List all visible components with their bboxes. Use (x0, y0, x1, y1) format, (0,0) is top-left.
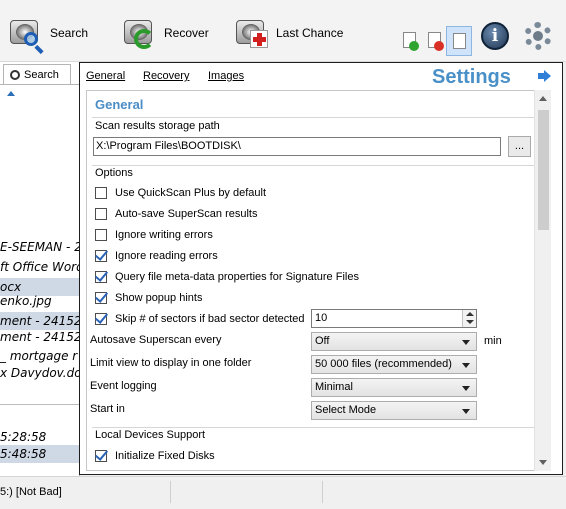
list-item[interactable]: _ mortgage r (0, 347, 80, 365)
option-label: Ignore writing errors (115, 229, 213, 241)
nav-recovery-link[interactable]: Recovery (143, 70, 189, 82)
document-ok-icon[interactable] (401, 32, 419, 52)
settings-content: General Scan results storage path X:\Pro… (86, 90, 540, 471)
tab-search-label: Search (24, 68, 59, 81)
list-item[interactable]: ment - 2415240 (0, 328, 80, 346)
option-label: Auto-save SuperScan results (115, 208, 258, 220)
scroll-down-icon[interactable] (539, 460, 547, 465)
arrow-right-icon[interactable] (538, 70, 551, 82)
section-title-general: General (95, 97, 144, 112)
autosave-unit: min (484, 335, 502, 347)
option-label: Show popup hints (115, 292, 203, 304)
last-chance-button-label: Last Chance (276, 26, 344, 40)
scroll-thumb[interactable] (538, 110, 549, 230)
nav-general-link[interactable]: General (86, 70, 125, 82)
limit-view-select[interactable]: 50 000 files (recommended) (311, 355, 477, 374)
document-settings-icon[interactable] (446, 26, 472, 56)
list-item[interactable]: x Davydov.doc (0, 364, 80, 382)
list-item-time[interactable]: 5:48:58 (0, 445, 80, 463)
search-disk-icon (8, 16, 42, 50)
start-in-select[interactable]: Select Mode (311, 401, 477, 420)
storage-path-input[interactable]: X:\Program Files\BOOTDISK\ (93, 137, 501, 156)
start-in-label: Start in (90, 403, 125, 415)
last-chance-button[interactable]: Last Chance (234, 14, 343, 52)
initialize-fixed-disks-checkbox[interactable] (95, 450, 107, 462)
scroll-up-icon[interactable] (539, 96, 547, 101)
option-autosave-superscan[interactable]: Auto-save SuperScan results (95, 206, 257, 222)
limit-view-value: 50 000 files (recommended) (315, 358, 452, 370)
local-devices-label: Local Devices Support (95, 429, 206, 441)
sort-ascending-icon[interactable] (7, 91, 15, 96)
spin-arrows-icon[interactable] (462, 310, 476, 327)
tab-search[interactable]: Search (3, 64, 71, 84)
gear-icon[interactable] (524, 22, 552, 50)
recover-disk-icon (122, 16, 156, 50)
event-logging-select[interactable]: Minimal (311, 378, 477, 397)
recover-button-label: Recover (164, 26, 209, 40)
options-label: Options (95, 167, 133, 179)
event-logging-label: Event logging (90, 380, 157, 392)
ignore-reading-errors-checkbox[interactable] (95, 250, 107, 262)
nav-images-link[interactable]: Images (208, 70, 244, 82)
option-ignore-reading-errors[interactable]: Ignore reading errors (95, 248, 218, 264)
file-list-pane: Search E-SEEMAN - 2.d ft Office Word ocx… (0, 62, 80, 476)
status-bar: 5:) [Not Bad] (0, 476, 566, 509)
option-query-metadata[interactable]: Query file meta-data properties for Sign… (95, 269, 359, 285)
query-metadata-checkbox[interactable] (95, 271, 107, 283)
settings-scrollbar[interactable] (534, 90, 551, 471)
quickscan-plus-checkbox[interactable] (95, 187, 107, 199)
search-button[interactable]: Search (8, 14, 88, 52)
option-label: Skip # of sectors if bad sector detected (115, 313, 305, 325)
option-label: Query file meta-data properties for Sign… (115, 271, 359, 283)
list-item[interactable]: enko.jpg (0, 292, 80, 310)
info-icon[interactable]: i (481, 22, 509, 50)
search-icon (10, 69, 20, 80)
autosave-select[interactable]: Off (311, 332, 477, 351)
search-button-label: Search (50, 26, 89, 40)
option-initialize-fixed-disks[interactable]: Initialize Fixed Disks (95, 448, 215, 464)
settings-title: Settings (432, 66, 511, 88)
settings-panel: General Recovery Images Settings General… (79, 62, 563, 475)
skip-sectors-stepper[interactable]: 10 (311, 309, 477, 328)
last-chance-disk-icon (234, 16, 268, 50)
status-text: 5:) [Not Bad] (0, 486, 62, 498)
document-error-icon[interactable] (426, 32, 444, 52)
option-label: Initialize Fixed Disks (115, 450, 215, 462)
start-in-value: Select Mode (315, 404, 377, 416)
option-show-popup-hints[interactable]: Show popup hints (95, 290, 202, 306)
list-item-time[interactable]: 5:28:58 (0, 428, 80, 446)
option-quickscan-plus[interactable]: Use QuickScan Plus by default (95, 185, 266, 201)
main-toolbar: Search Recover Last Chance i (0, 0, 566, 62)
option-skip-sectors[interactable]: Skip # of sectors if bad sector detected (95, 311, 305, 327)
event-logging-value: Minimal (315, 381, 353, 393)
storage-path-label: Scan results storage path (95, 120, 220, 132)
browse-button[interactable]: ... (508, 136, 531, 157)
show-popup-hints-checkbox[interactable] (95, 292, 107, 304)
option-ignore-writing-errors[interactable]: Ignore writing errors (95, 227, 213, 243)
option-label: Use QuickScan Plus by default (115, 187, 267, 199)
limit-view-label: Limit view to display in one folder (90, 357, 252, 369)
option-label: Ignore reading errors (115, 250, 218, 262)
recover-button[interactable]: Recover (122, 14, 209, 52)
autosave-label: Autosave Superscan every (90, 334, 222, 346)
skip-sectors-value: 10 (315, 312, 328, 324)
skip-sectors-checkbox[interactable] (95, 313, 107, 325)
autosave-superscan-checkbox[interactable] (95, 208, 107, 220)
ignore-writing-errors-checkbox[interactable] (95, 229, 107, 241)
autosave-value: Off (315, 335, 330, 347)
list-item[interactable]: ft Office Word (0, 258, 80, 276)
list-item[interactable]: E-SEEMAN - 2.d (0, 238, 80, 256)
